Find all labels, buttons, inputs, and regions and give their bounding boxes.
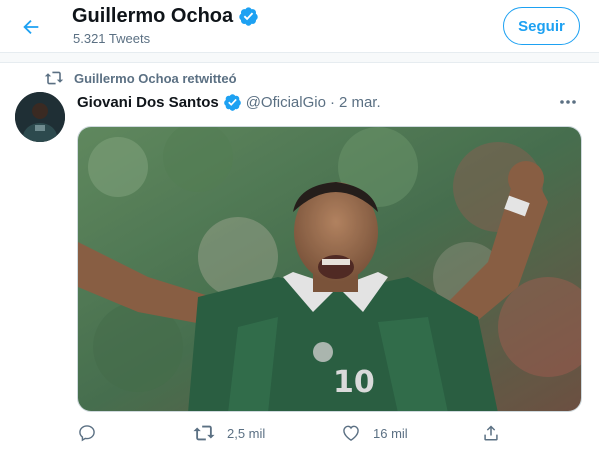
tweet-actions: 2,5 mil 16 mil [77,420,517,446]
retweet-button[interactable]: 2,5 mil [193,420,265,446]
retweet-icon [193,425,215,441]
photo-illustration: 10 [78,127,581,411]
retweet-notice: Guillermo Ochoa retwitteó [44,69,237,87]
tweet-author-handle[interactable]: @OficialGio [246,94,326,111]
profile-name: Guillermo Ochoa [72,5,234,27]
arrow-left-icon [23,19,39,35]
reply-icon [79,425,95,442]
share-button[interactable] [481,420,513,446]
more-dots-icon [560,100,576,104]
follow-button[interactable]: Seguir [503,7,580,45]
share-icon [484,425,498,441]
profile-header: Guillermo Ochoa 5.321 Tweets Seguir [0,0,599,53]
profile-title: Guillermo Ochoa [72,5,259,28]
avatar-image [15,92,65,142]
timeline-divider [0,53,599,63]
tweet-media-photo[interactable]: 10 [77,126,582,412]
heart-icon [343,425,359,441]
tweet-author-name[interactable]: Giovani Dos Santos [77,94,219,111]
retweet-notice-text[interactable]: Guillermo Ochoa retwitteó [74,71,237,86]
more-button[interactable] [555,93,581,111]
separator: · [329,94,335,111]
like-button[interactable]: 16 mil [341,420,408,446]
tweet-header: Giovani Dos Santos @OficialGio · 2 mar. [77,93,381,112]
avatar[interactable] [15,92,65,142]
verified-badge-icon [223,94,241,111]
like-count: 16 mil [373,425,408,441]
reply-button[interactable] [77,420,109,446]
tweet-date[interactable]: 2 mar. [339,94,381,111]
tweet-count: 5.321 Tweets [73,31,151,46]
retweet-count: 2,5 mil [227,425,266,441]
verified-badge-icon [239,7,258,26]
back-button[interactable] [14,10,48,44]
retweet-icon [44,71,64,85]
